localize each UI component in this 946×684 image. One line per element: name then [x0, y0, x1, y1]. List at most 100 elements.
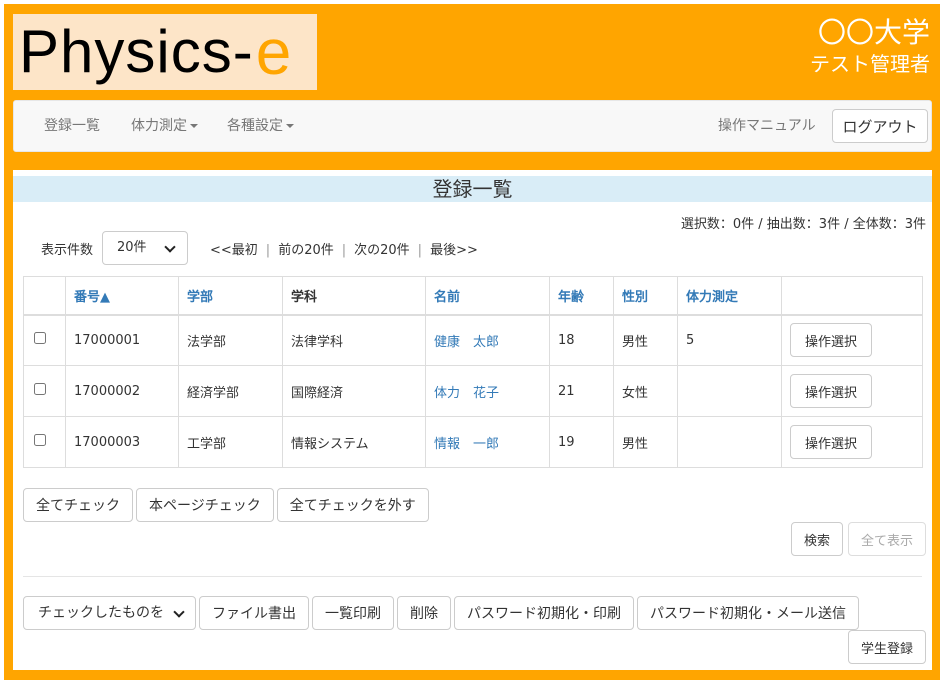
nav-item-settings[interactable]: 各種設定	[227, 101, 294, 151]
pager-last-link[interactable]: 最後>>	[430, 243, 478, 258]
students-table: 番号▲ 学部 学科 名前 年齢 性別 体力測定 17000001 法学部 法律学…	[23, 276, 923, 468]
pager-separator: |	[417, 243, 423, 258]
chevron-down-icon	[164, 241, 176, 253]
per-page-value: 20件	[117, 240, 147, 255]
pagination: <<最初 | 前の20件 | 次の20件 | 最後>>	[210, 239, 478, 258]
cell-fitness	[677, 416, 782, 468]
cell-age: 21	[549, 365, 614, 417]
navbar: 登録一覧 体力測定 各種設定 操作マニュアル ログアウト	[13, 100, 932, 152]
row-select-cell	[23, 314, 66, 366]
col-header-age[interactable]: 年齢	[549, 276, 614, 316]
record-counts: 選択数：0件 / 抽出数：3件 / 全体数：3件	[680, 217, 926, 232]
register-student-button[interactable]: 学生登録	[847, 630, 926, 664]
table-row: 17000003 工学部 情報システム 情報 一郎 19 男性 操作選択	[23, 416, 923, 468]
logout-button[interactable]: ログアウト	[832, 109, 928, 143]
search-button[interactable]: 検索	[790, 522, 843, 556]
cell-actions: 操作選択	[781, 416, 923, 468]
user-info: 〇〇大学 テスト管理者	[810, 16, 930, 78]
per-page-select[interactable]: 20件	[102, 231, 188, 265]
cell-name: 情報 一郎	[425, 416, 550, 468]
check-actions: 全てチェック 本ページチェック 全てチェックを外す	[23, 488, 429, 522]
operation-select-button[interactable]: 操作選択	[790, 425, 872, 459]
col-header-number[interactable]: 番号▲	[65, 276, 179, 316]
row-checkbox[interactable]	[34, 332, 46, 345]
cell-fitness: 5	[677, 314, 782, 366]
student-name-link[interactable]: 情報 一郎	[434, 437, 499, 452]
student-name-link[interactable]: 体力 花子	[434, 386, 499, 401]
pager-separator: |	[341, 243, 347, 258]
table-row: 17000002 経済学部 国際経済 体力 花子 21 女性 操作選択	[23, 365, 923, 417]
nav-manual-link[interactable]: 操作マニュアル	[718, 101, 816, 151]
cell-faculty: 法学部	[178, 314, 283, 366]
row-select-cell	[23, 416, 66, 468]
col-header-department: 学科	[282, 276, 426, 316]
cell-age: 18	[549, 314, 614, 366]
per-page-label: 表示件数	[41, 243, 94, 258]
cell-number: 17000001	[65, 314, 179, 366]
nav-label: 操作マニュアル	[718, 118, 816, 134]
nav-label: 体力測定	[131, 118, 187, 134]
password-reset-email-button[interactable]: パスワード初期化・メール送信	[637, 596, 859, 630]
col-header-actions	[781, 276, 923, 316]
section-divider	[23, 576, 922, 577]
table-row: 17000001 法学部 法律学科 健康 太郎 18 男性 5 操作選択	[23, 314, 923, 366]
row-checkbox[interactable]	[34, 434, 46, 446]
pager-separator: |	[265, 243, 271, 258]
cell-number: 17000002	[65, 365, 179, 417]
table-header-row: 番号▲ 学部 学科 名前 年齢 性別 体力測定	[23, 276, 923, 316]
cell-fitness	[677, 365, 782, 417]
user-role: テスト管理者	[810, 52, 930, 76]
row-select-cell	[23, 365, 66, 417]
cell-faculty: 経済学部	[178, 365, 283, 417]
show-all-button[interactable]: 全て表示	[847, 522, 926, 556]
cell-faculty: 工学部	[178, 416, 283, 468]
delete-button[interactable]: 削除	[397, 596, 451, 630]
cell-department: 情報システム	[282, 416, 426, 468]
app-frame: Physics-e 〇〇大学 テスト管理者 登録一覧 体力測定 各種設定 操作マ…	[4, 4, 940, 680]
cell-actions: 操作選択	[781, 314, 923, 366]
pager-first-link[interactable]: <<最初	[210, 243, 258, 258]
col-header-faculty[interactable]: 学部	[178, 276, 283, 316]
cell-name: 体力 花子	[425, 365, 550, 417]
university-name: 〇〇大学	[817, 16, 930, 49]
cell-number: 17000003	[65, 416, 179, 468]
cell-name: 健康 太郎	[425, 314, 550, 366]
uncheck-all-button[interactable]: 全てチェックを外す	[276, 488, 429, 522]
col-header-fitness[interactable]: 体力測定	[677, 276, 782, 316]
nav-item-fitness[interactable]: 体力測定	[131, 101, 198, 151]
nav-label: 登録一覧	[44, 118, 100, 134]
check-page-button[interactable]: 本ページチェック	[136, 488, 274, 522]
password-reset-print-button[interactable]: パスワード初期化・印刷	[454, 596, 634, 630]
nav-label: 各種設定	[227, 118, 283, 134]
main-panel: 登録一覧 選択数：0件 / 抽出数：3件 / 全体数：3件 表示件数 20件 <…	[13, 170, 932, 670]
bulk-action-value: チェックしたものを	[38, 605, 164, 621]
pager-prev-link[interactable]: 前の20件	[278, 243, 334, 258]
page-title: 登録一覧	[13, 176, 932, 202]
nav-item-registration-list[interactable]: 登録一覧	[44, 101, 100, 151]
col-header-select	[23, 276, 66, 316]
caret-down-icon	[286, 124, 294, 128]
col-header-name[interactable]: 名前	[425, 276, 550, 316]
logo-accent-letter: e	[255, 16, 292, 88]
check-all-button[interactable]: 全てチェック	[23, 488, 133, 522]
col-header-gender[interactable]: 性別	[613, 276, 678, 316]
cell-gender: 女性	[613, 365, 678, 417]
bulk-action-select[interactable]: チェックしたものを	[23, 596, 196, 630]
pager-next-link[interactable]: 次の20件	[354, 243, 410, 258]
print-list-button[interactable]: 一覧印刷	[312, 596, 394, 630]
cell-actions: 操作選択	[781, 365, 923, 417]
operation-select-button[interactable]: 操作選択	[790, 374, 872, 408]
row-checkbox[interactable]	[34, 383, 46, 395]
app-logo: Physics-e	[13, 14, 317, 90]
logo-text: Physics-	[19, 18, 254, 85]
bulk-actions: チェックしたものを ファイル書出 一覧印刷 削除 パスワード初期化・印刷 パスワ…	[23, 596, 859, 630]
student-name-link[interactable]: 健康 太郎	[434, 335, 499, 350]
cell-department: 国際経済	[282, 365, 426, 417]
caret-down-icon	[190, 124, 198, 128]
cell-department: 法律学科	[282, 314, 426, 366]
chevron-down-icon	[173, 606, 185, 618]
operation-select-button[interactable]: 操作選択	[790, 323, 872, 358]
search-actions: 検索 全て表示	[790, 522, 926, 556]
export-file-button[interactable]: ファイル書出	[199, 596, 309, 630]
cell-age: 19	[549, 416, 614, 468]
